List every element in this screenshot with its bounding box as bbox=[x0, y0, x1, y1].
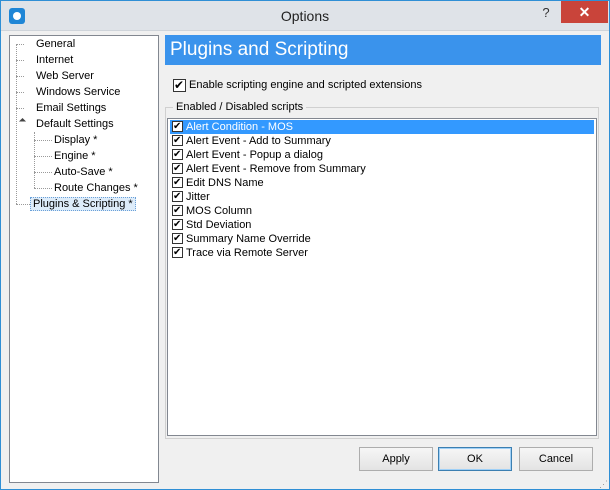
checkbox-checked-icon[interactable] bbox=[172, 162, 183, 176]
script-label: Alert Event - Add to Summary bbox=[186, 135, 331, 147]
close-button[interactable]: ✕ bbox=[561, 1, 608, 23]
script-label: Alert Event - Popup a dialog bbox=[186, 149, 323, 161]
cancel-button[interactable]: Cancel bbox=[519, 447, 593, 471]
script-label: Edit DNS Name bbox=[186, 177, 264, 189]
tree-item-display[interactable]: Display * bbox=[52, 132, 99, 148]
tree-item-default-settings[interactable]: Default Settings bbox=[34, 116, 116, 132]
checkbox-checked-icon[interactable] bbox=[172, 232, 183, 246]
tree-item-route-changes[interactable]: Route Changes * bbox=[52, 180, 140, 196]
ok-button[interactable]: OK bbox=[438, 447, 512, 471]
checkbox-checked-icon[interactable] bbox=[172, 120, 183, 134]
tree-item-label: Engine * bbox=[54, 150, 96, 162]
tree-item-label: Auto-Save * bbox=[54, 166, 113, 178]
tree-item-label: Internet bbox=[36, 54, 74, 66]
checkbox-checked-icon[interactable] bbox=[172, 176, 183, 190]
tree-item-general[interactable]: General bbox=[34, 36, 77, 52]
script-item-jitter[interactable]: Jitter bbox=[170, 190, 594, 204]
tree-item-label: Route Changes * bbox=[54, 182, 138, 194]
collapse-arrow-icon[interactable] bbox=[18, 117, 27, 126]
script-label: Trace via Remote Server bbox=[186, 247, 308, 259]
window-title: Options bbox=[280, 8, 330, 24]
tree-item-plugins-scripting[interactable]: Plugins & Scripting * bbox=[30, 196, 136, 212]
checkbox-checked-icon[interactable] bbox=[172, 134, 183, 148]
enable-scripting-label: Enable scripting engine and scripted ext… bbox=[189, 79, 422, 92]
checkbox-checked-icon[interactable] bbox=[172, 218, 183, 232]
script-item-trace-via-remote-server[interactable]: Trace via Remote Server bbox=[170, 246, 594, 260]
enable-scripting-checkbox[interactable]: Enable scripting engine and scripted ext… bbox=[173, 77, 422, 93]
checkbox-checked-icon[interactable] bbox=[172, 246, 183, 260]
apply-button[interactable]: Apply bbox=[359, 447, 433, 471]
tree-item-email-settings[interactable]: Email Settings bbox=[34, 100, 108, 116]
script-label: Std Deviation bbox=[186, 219, 252, 231]
tree-item-internet[interactable]: Internet bbox=[34, 52, 75, 68]
tree-item-label: General bbox=[36, 38, 76, 50]
checkbox-checked-icon[interactable] bbox=[173, 77, 186, 93]
script-label: Summary Name Override bbox=[186, 233, 311, 245]
script-label: Alert Event - Remove from Summary bbox=[186, 163, 366, 175]
script-item-alert-condition-mos[interactable]: Alert Condition - MOS bbox=[170, 120, 594, 134]
tree-item-label: Windows Service bbox=[36, 86, 121, 98]
script-item-std-deviation[interactable]: Std Deviation bbox=[170, 218, 594, 232]
settings-tree[interactable]: General Internet Web Server Windows Serv… bbox=[9, 35, 159, 483]
tree-item-label: Plugins & Scripting * bbox=[30, 197, 136, 211]
tree-item-engine[interactable]: Engine * bbox=[52, 148, 98, 164]
script-label: Alert Condition - MOS bbox=[186, 121, 293, 133]
tree-item-label: Web Server bbox=[36, 70, 94, 82]
tree-item-auto-save[interactable]: Auto-Save * bbox=[52, 164, 115, 180]
scripts-group-label: Enabled / Disabled scripts bbox=[173, 101, 307, 113]
options-dialog: Options ? ✕ General Internet Web Server … bbox=[0, 0, 610, 490]
scripts-list[interactable]: Alert Condition - MOS Alert Event - Add … bbox=[167, 118, 597, 436]
tree-item-web-server[interactable]: Web Server bbox=[34, 68, 96, 84]
panel-header: Plugins and Scripting bbox=[165, 35, 601, 65]
tree-item-label: Display * bbox=[54, 134, 98, 146]
script-label: MOS Column bbox=[186, 205, 253, 217]
script-item-popup-dialog[interactable]: Alert Event - Popup a dialog bbox=[170, 148, 594, 162]
title-bar[interactable]: Options ? ✕ bbox=[1, 1, 609, 31]
script-item-mos-column[interactable]: MOS Column bbox=[170, 204, 594, 218]
tree-item-label: Email Settings bbox=[36, 102, 107, 114]
script-label: Jitter bbox=[186, 191, 210, 203]
script-item-remove-from-summary[interactable]: Alert Event - Remove from Summary bbox=[170, 162, 594, 176]
checkbox-checked-icon[interactable] bbox=[172, 204, 183, 218]
tree-item-label: Default Settings bbox=[36, 118, 114, 130]
script-item-edit-dns-name[interactable]: Edit DNS Name bbox=[170, 176, 594, 190]
script-item-add-to-summary[interactable]: Alert Event - Add to Summary bbox=[170, 134, 594, 148]
checkbox-checked-icon[interactable] bbox=[172, 148, 183, 162]
tree-item-windows-service[interactable]: Windows Service bbox=[34, 84, 122, 100]
checkbox-checked-icon[interactable] bbox=[172, 190, 183, 204]
resize-grip-icon[interactable]: ⋰ bbox=[599, 479, 609, 489]
script-item-summary-name-override[interactable]: Summary Name Override bbox=[170, 232, 594, 246]
help-button[interactable]: ? bbox=[533, 2, 559, 24]
